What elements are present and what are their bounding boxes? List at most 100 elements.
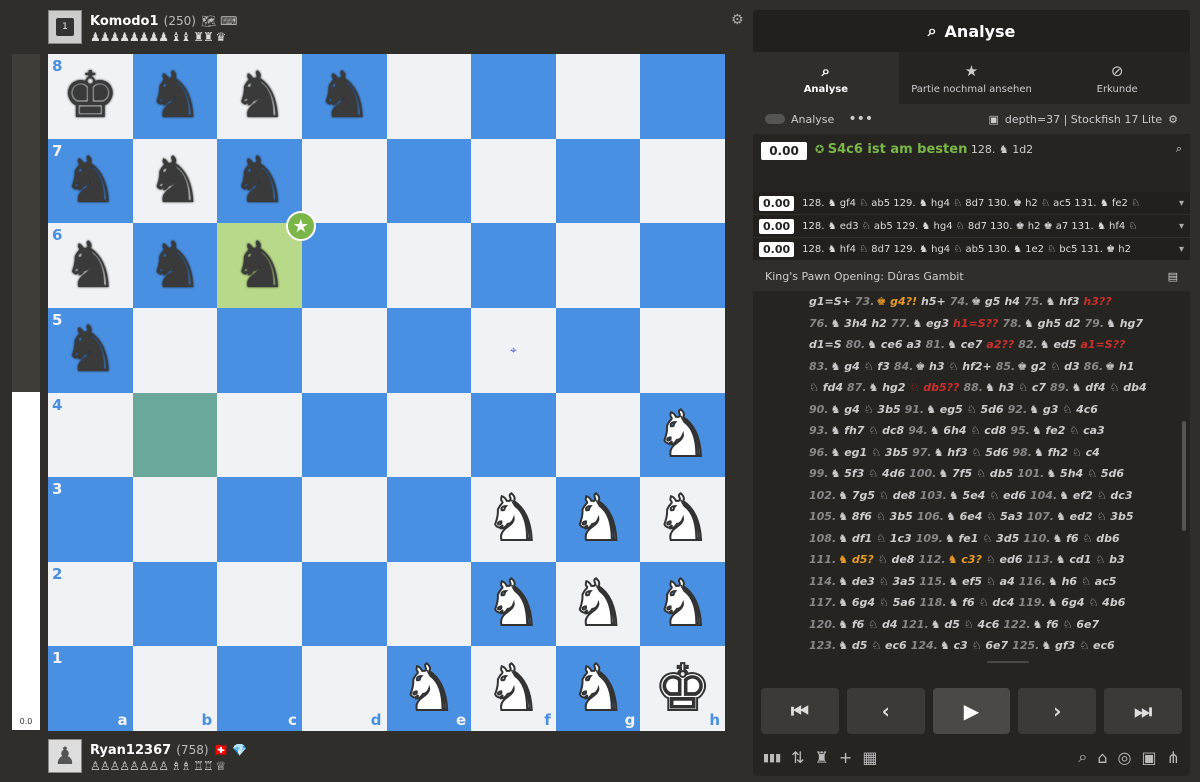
move[interactable]: ♘ 4c6	[987, 660, 1029, 663]
square-c5[interactable]	[217, 307, 302, 393]
move[interactable]: ♞ 8f6	[838, 510, 872, 523]
move[interactable]: ♞ ed5	[1040, 338, 1077, 351]
black-knight-piece[interactable]: ♞	[316, 64, 373, 128]
square-g4[interactable]	[555, 392, 641, 478]
move[interactable]: ♘ 6e7	[1063, 618, 1099, 631]
square-g3[interactable]: ♞	[555, 477, 641, 562]
move[interactable]: ♞ f6	[838, 618, 864, 631]
move[interactable]: ♞ ce7	[947, 338, 982, 351]
move[interactable]: ♘ db5	[976, 467, 1013, 480]
flip-board-icon[interactable]: ⇅	[791, 748, 804, 767]
move[interactable]: ♞ 3h4	[831, 317, 868, 330]
chart-icon[interactable]: ▮▮▮	[763, 751, 781, 764]
square-a8[interactable]: 8 ♚	[48, 54, 133, 139]
square-g5[interactable]	[555, 307, 641, 393]
black-king-piece[interactable]: ♚	[62, 64, 119, 128]
move[interactable]: ♘ dc8	[868, 424, 904, 437]
move[interactable]: ♞ d5	[838, 639, 867, 652]
move[interactable]: ♞ ef2	[1059, 489, 1093, 502]
move[interactable]: ♞ fh7	[831, 424, 865, 437]
move[interactable]: ♘ dc4	[979, 596, 1015, 609]
square-b4[interactable]	[132, 392, 218, 478]
square-g6[interactable]	[555, 223, 641, 308]
move[interactable]: ♘ 5d6	[1087, 467, 1124, 480]
move[interactable]: ♘ 6e7	[972, 639, 1008, 652]
tab-analyse[interactable]: ⌕ Analyse	[753, 52, 899, 104]
square-d1[interactable]: d	[301, 646, 387, 731]
square-d5[interactable]	[301, 307, 387, 393]
previous-move-button[interactable]: ‹	[846, 688, 925, 734]
move[interactable]: ♞ 5f3	[831, 467, 865, 480]
square-b8[interactable]: ♞	[132, 54, 218, 139]
black-knight-piece[interactable]: ♞	[231, 234, 288, 298]
bottom-player-avatar[interactable]: ♟	[48, 739, 82, 773]
move[interactable]: ♞ g3	[1029, 403, 1058, 416]
white-king-piece[interactable]: ♚	[653, 656, 712, 722]
move[interactable]: ♘ f3	[864, 360, 890, 373]
move[interactable]: ♞ 6h4	[930, 424, 967, 437]
move[interactable]: ♚ g4?!	[876, 295, 917, 308]
add-icon[interactable]: +	[839, 748, 852, 767]
move[interactable]: ♞ 7f5	[938, 467, 972, 480]
square-b3[interactable]	[132, 477, 218, 562]
move[interactable]: a2??	[986, 338, 1014, 351]
tab-replay[interactable]: ★ Partie nochmal ansehen	[899, 52, 1045, 104]
move[interactable]: ♞ h6	[1048, 575, 1077, 588]
library-icon[interactable]: ⌂	[1097, 748, 1107, 767]
first-move-button[interactable]: ⏮	[761, 688, 839, 734]
move[interactable]: ♘ c7	[1018, 381, 1046, 394]
move[interactable]: ♘ db5??	[910, 381, 960, 394]
move[interactable]: ♞ hf3	[934, 446, 968, 459]
engine-settings-gear-icon[interactable]: ⚙	[1168, 113, 1178, 126]
white-knight-piece[interactable]: ♞	[484, 571, 543, 637]
square-b7[interactable]: ♞	[132, 138, 218, 224]
move[interactable]: h5+	[921, 295, 946, 308]
square-h2[interactable]: ♞	[640, 561, 725, 647]
white-knight-piece[interactable]: ♞	[653, 402, 712, 468]
move[interactable]: ♘ c4	[1072, 446, 1100, 459]
best-move-line[interactable]: 128. ♞ 1d2	[971, 143, 1033, 156]
square-g7[interactable]	[555, 138, 641, 224]
square-b5[interactable]	[132, 307, 218, 393]
move[interactable]: (	[1135, 661, 1140, 664]
engine-line[interactable]: 0.00 128. ♞ ed3 ♘ ab5 129. ♞ hg4 ♘ 8d7 13…	[753, 215, 1190, 238]
move-list-scrollbar[interactable]	[1182, 421, 1186, 531]
black-knight-piece[interactable]: ♞	[62, 149, 119, 213]
move[interactable]: ♘ ac5	[1081, 575, 1116, 588]
square-b2[interactable]	[132, 561, 218, 647]
move[interactable]: ♘ 4b6	[1088, 596, 1125, 609]
move[interactable]: ♞ f6	[1052, 532, 1078, 545]
top-player-name[interactable]: Komodo1	[90, 14, 159, 29]
last-move-button[interactable]: ⏭	[1104, 688, 1182, 734]
move[interactable]: ♞ c3	[940, 639, 968, 652]
play-button[interactable]: ▶	[932, 688, 1011, 734]
analysis-toggle[interactable]	[765, 114, 785, 124]
move[interactable]: ♘ fd4	[809, 381, 843, 394]
move[interactable]: ♘ hf2+	[949, 360, 992, 373]
white-knight-piece[interactable]: ♞	[568, 486, 627, 552]
square-f4[interactable]	[471, 392, 556, 478]
square-d6[interactable]	[301, 223, 387, 308]
move[interactable]: ♚ h3	[915, 360, 944, 373]
square-h5[interactable]	[640, 307, 725, 393]
white-knight-piece[interactable]: ♞	[399, 656, 458, 722]
white-knight-piece[interactable]: ♞	[568, 656, 627, 722]
square-a6[interactable]: 6 ♞	[48, 223, 133, 308]
move[interactable]: ♘ de8	[879, 489, 916, 502]
square-c8[interactable]: ♞	[217, 54, 302, 139]
move[interactable]: ♞ fe1	[945, 532, 979, 545]
board-settings-gear-icon[interactable]: ⚙	[731, 12, 744, 28]
top-player-avatar[interactable]: 1	[48, 10, 82, 44]
move[interactable]: ♞ eg1	[831, 446, 868, 459]
move[interactable]: ♞ hf3	[1045, 295, 1079, 308]
square-a4[interactable]: 4	[48, 392, 133, 478]
move[interactable]: ♘ 5d6	[967, 403, 1004, 416]
move[interactable]: ♞ hg2	[869, 381, 906, 394]
move[interactable]: ♞ ed2	[1056, 510, 1093, 523]
square-c7[interactable]: ♞	[217, 138, 302, 224]
move[interactable]: ♘ db4	[1110, 381, 1147, 394]
move[interactable]: ♞ df1	[838, 532, 872, 545]
move[interactable]: g1=S+	[809, 295, 851, 308]
move[interactable]: ♞ gf3	[1041, 639, 1075, 652]
square-f6[interactable]	[471, 223, 556, 308]
